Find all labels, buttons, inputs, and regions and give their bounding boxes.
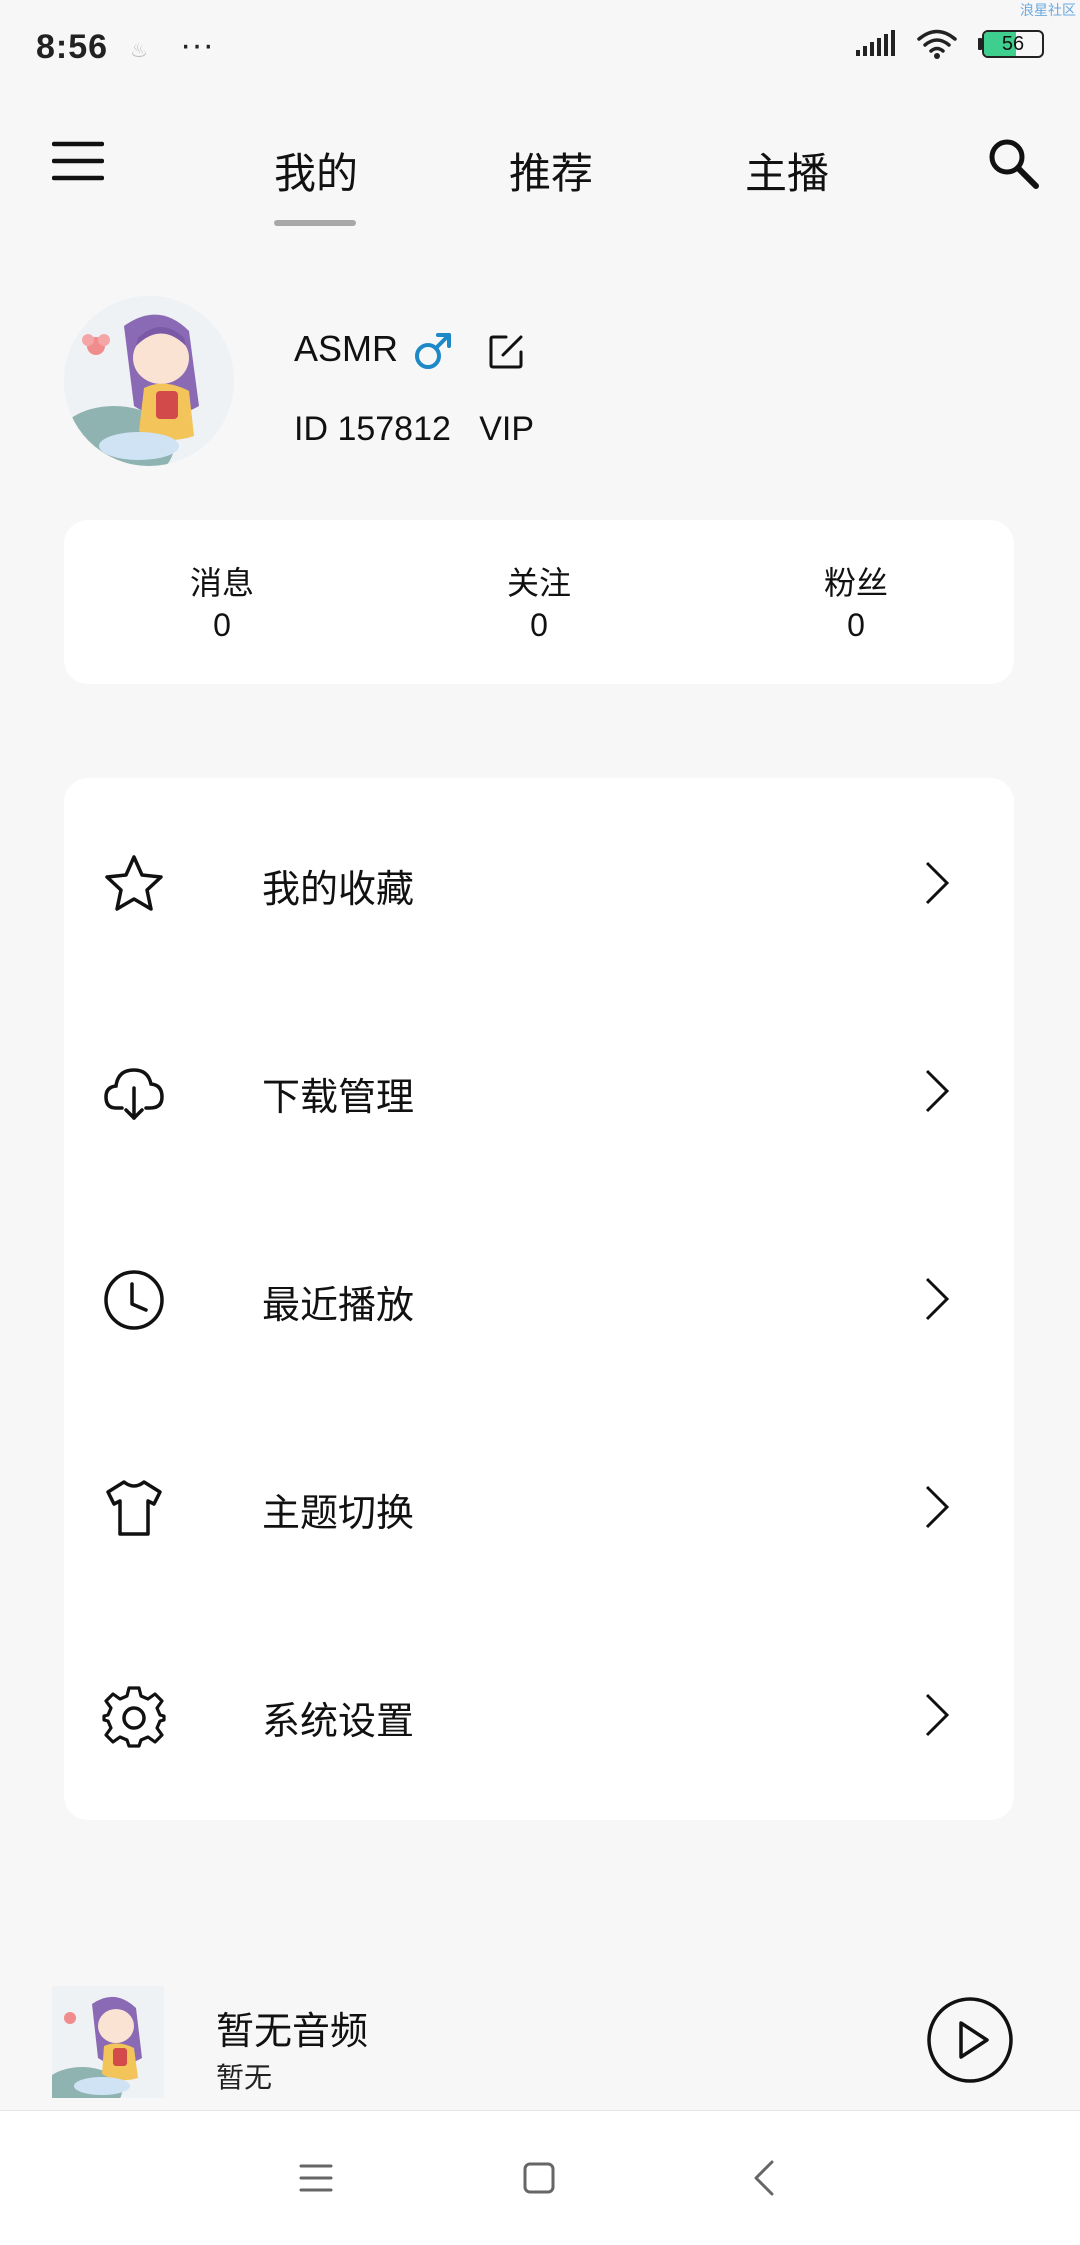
system-nav-bar <box>0 2110 1080 2245</box>
chevron-right-icon <box>925 1069 950 1113</box>
tshirt-icon <box>106 1480 162 1536</box>
vip-badge: VIP <box>479 410 535 448</box>
stat-label: 消息 <box>189 565 254 601</box>
male-icon <box>415 333 451 369</box>
stat-value: 0 <box>213 607 231 643</box>
username-row: ASMR <box>294 328 398 370</box>
battery-level: 56 <box>1001 33 1025 55</box>
active-tab-indicator <box>274 220 356 226</box>
player-title: 暂无音频 <box>216 2011 369 2053</box>
menu-item-favorites[interactable]: 我的收藏 <box>64 778 1014 986</box>
star-icon <box>105 855 163 911</box>
back-icon[interactable] <box>752 2159 776 2197</box>
stat-following[interactable]: 关注 0 <box>439 562 639 646</box>
stat-fans[interactable]: 粉丝 0 <box>756 562 956 646</box>
menu-card: 我的收藏 下载管理 最近播放 主题切换 系统设置 <box>64 778 1014 1820</box>
edit-icon[interactable] <box>486 332 526 372</box>
chevron-right-icon <box>925 1277 950 1321</box>
menu-item-label: 系统设置 <box>262 1701 415 1743</box>
user-id-row: ID 157812 VIP <box>294 410 534 449</box>
chevron-right-icon <box>925 861 950 905</box>
status-time: 8:56 <box>36 28 109 66</box>
play-icon[interactable] <box>926 1996 1014 2084</box>
player-cover[interactable] <box>52 1986 164 2098</box>
username: ASMR <box>294 328 399 369</box>
stat-label: 关注 <box>506 565 571 601</box>
gear-icon <box>102 1686 166 1748</box>
watermark: 浪星社区 <box>1020 2 1076 18</box>
tab-anchor[interactable]: 主播 <box>745 140 829 201</box>
chevron-right-icon <box>925 1693 950 1737</box>
notification-icon: ♨ <box>130 40 148 62</box>
wifi-icon <box>917 29 957 59</box>
stat-value: 0 <box>530 607 548 643</box>
menu-item-settings[interactable]: 系统设置 <box>64 1610 1014 1818</box>
stats-card: 消息 0 关注 0 粉丝 0 <box>64 520 1014 684</box>
menu-item-label: 最近播放 <box>262 1285 415 1327</box>
cloud-download-icon <box>104 1068 164 1120</box>
recent-apps-icon[interactable] <box>298 2163 334 2193</box>
hamburger-icon[interactable] <box>52 140 104 182</box>
chevron-right-icon <box>925 1485 950 1529</box>
stat-value: 0 <box>847 607 865 643</box>
more-notifications-icon: ··· <box>180 26 214 64</box>
tab-mine[interactable]: 我的 <box>274 140 358 201</box>
menu-item-downloads[interactable]: 下载管理 <box>64 986 1014 1194</box>
stat-messages[interactable]: 消息 0 <box>122 562 322 646</box>
search-icon[interactable] <box>986 136 1040 190</box>
menu-item-label: 下载管理 <box>262 1077 415 1119</box>
avatar[interactable] <box>64 296 234 466</box>
menu-item-recent[interactable]: 最近播放 <box>64 1194 1014 1402</box>
stat-label: 粉丝 <box>823 565 888 601</box>
player-subtitle: 暂无 <box>216 2062 273 2093</box>
battery-icon: 56 <box>978 30 1044 58</box>
clock-icon <box>104 1270 164 1330</box>
signal-icon <box>856 30 895 56</box>
top-nav: 我的 推荐 主播 <box>0 120 1080 240</box>
user-id: ID 157812 <box>294 410 451 448</box>
status-icons: 56 <box>856 28 1044 60</box>
menu-item-theme[interactable]: 主题切换 <box>64 1402 1014 1610</box>
menu-item-label: 主题切换 <box>262 1493 415 1535</box>
tab-recommend[interactable]: 推荐 <box>509 140 593 201</box>
home-icon[interactable] <box>522 2161 556 2195</box>
menu-item-label: 我的收藏 <box>262 869 415 911</box>
